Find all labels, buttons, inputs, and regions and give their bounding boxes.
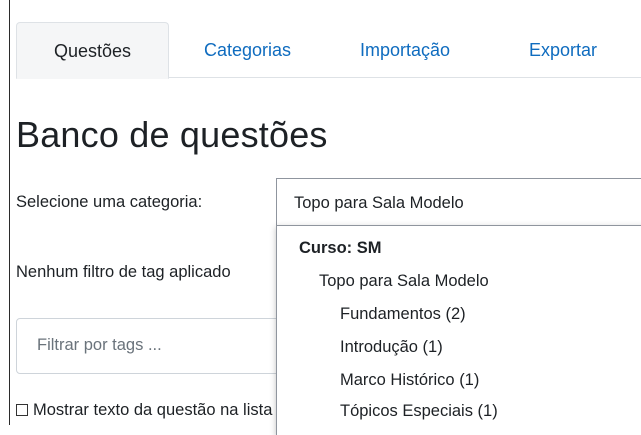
category-select-value: Topo para Sala Modelo [294, 194, 464, 212]
tab-importacao[interactable]: Importação [346, 22, 464, 78]
show-question-text-checkbox[interactable] [16, 404, 28, 416]
show-question-text-option: Mostrar texto da questão na lista de que… [16, 401, 276, 420]
tab-bar: Questões Categorias Importação Exportar [16, 22, 641, 79]
dropdown-option-topicos-especiais[interactable]: Tópicos Especiais (1) [340, 402, 498, 421]
dropdown-option-fundamentos[interactable]: Fundamentos (2) [340, 305, 466, 324]
category-label: Selecione uma categoria: [16, 193, 203, 211]
tag-filter-placeholder: Filtrar por tags ... [37, 336, 162, 354]
left-border [9, 0, 10, 425]
page-title: Banco de questões [16, 114, 328, 155]
tab-categorias[interactable]: Categorias [190, 22, 305, 78]
category-dropdown-list: Curso: SM Topo para Sala Modelo Fundamen… [276, 225, 641, 435]
tab-exportar[interactable]: Exportar [516, 22, 610, 78]
dropdown-group-course: Curso: SM [299, 239, 382, 257]
dropdown-option-marco-historico[interactable]: Marco Histórico (1) [340, 371, 479, 390]
dropdown-option-introducao[interactable]: Introdução (1) [340, 338, 443, 357]
tag-filter-status: Nenhum filtro de tag aplicado [16, 263, 231, 281]
dropdown-option-top[interactable]: Topo para Sala Modelo [319, 272, 489, 291]
tab-questoes[interactable]: Questões [16, 22, 169, 79]
tag-filter-input[interactable]: Filtrar por tags ... [16, 318, 290, 374]
show-question-text-label: Mostrar texto da questão na lista de que… [33, 401, 276, 419]
category-select[interactable]: Topo para Sala Modelo [276, 178, 641, 226]
